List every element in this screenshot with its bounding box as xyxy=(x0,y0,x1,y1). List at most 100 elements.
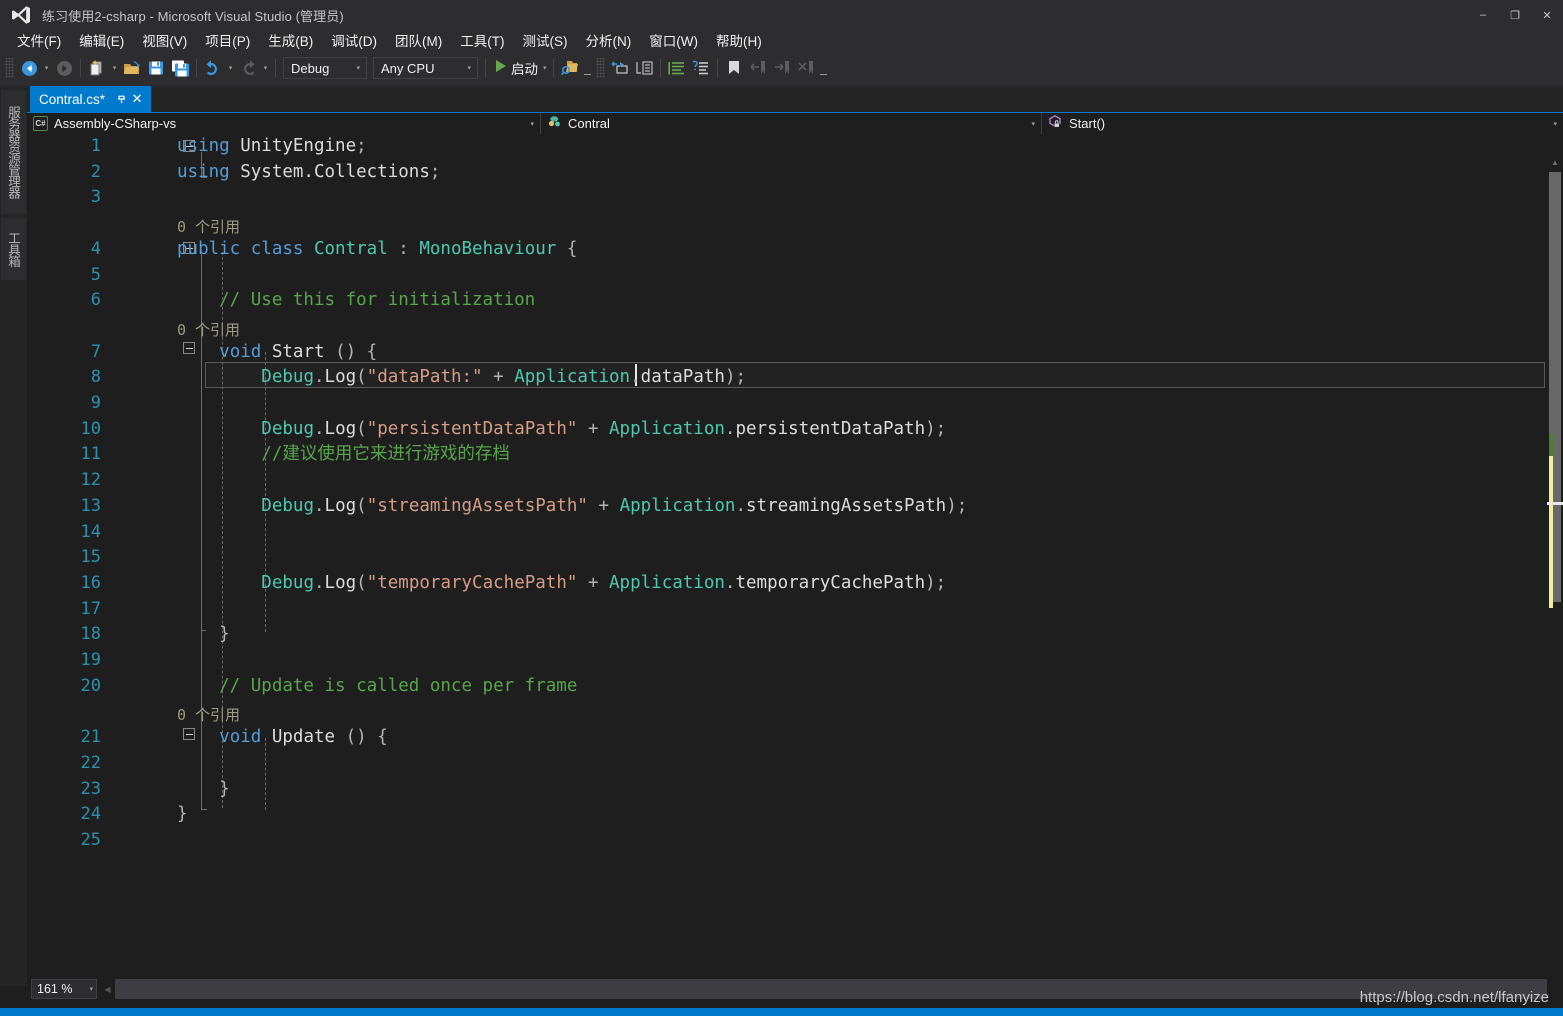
start-debug-button[interactable]: 启动 ▾ xyxy=(490,56,549,80)
menu-item-edit[interactable]: 编辑(E) xyxy=(70,31,133,53)
solution-configuration-combo[interactable]: Debug ▾ xyxy=(283,57,367,79)
sidebar-item-server-explorer[interactable]: 服务器资源管理器 xyxy=(1,90,26,214)
code-token: Application xyxy=(619,495,736,516)
code-line[interactable]: Debug.Log("dataPath:" + Application.data… xyxy=(177,365,746,391)
menu-item-build[interactable]: 生成(B) xyxy=(259,31,322,53)
code-line[interactable]: void Update () { xyxy=(177,725,388,751)
pin-icon[interactable] xyxy=(113,90,129,108)
code-line[interactable]: } xyxy=(177,777,230,803)
code-token: Log xyxy=(324,495,357,516)
code-line[interactable]: void Start () { xyxy=(177,340,377,366)
menu-item-analyze[interactable]: 分析(N) xyxy=(577,31,641,53)
code-token: "dataPath:" xyxy=(366,367,483,388)
code-line[interactable]: Debug.Log("streamingAssetsPath" + Applic… xyxy=(177,494,967,520)
play-icon xyxy=(494,59,507,78)
code-token: void xyxy=(219,341,272,362)
line-number: 5 xyxy=(90,264,101,285)
code-line[interactable]: //建议使用它来进行游戏的存档 xyxy=(177,442,510,468)
code-token: Debug xyxy=(261,495,314,516)
toolbar-grip[interactable] xyxy=(5,58,14,78)
code-token: () { xyxy=(335,727,388,748)
solution-platform-value: Any CPU xyxy=(381,60,435,76)
find-in-files-icon[interactable] xyxy=(558,56,582,80)
redo-icon[interactable] xyxy=(236,56,260,80)
close-button[interactable]: ✕ xyxy=(1531,0,1563,30)
undo-dropdown[interactable]: ▾ xyxy=(225,56,236,80)
line-number: 16 xyxy=(80,572,101,593)
menu-item-debug[interactable]: 调试(D) xyxy=(322,31,386,53)
bookmark-icon[interactable] xyxy=(722,56,746,80)
code-token: ); xyxy=(946,495,968,516)
previous-bookmark-icon[interactable] xyxy=(746,56,770,80)
code-line[interactable]: Debug.Log("persistentDataPath" + Applica… xyxy=(177,417,946,443)
code-token: UnityEngine xyxy=(240,136,357,156)
vertical-scroll-track[interactable] xyxy=(1547,172,1563,962)
sidebar-item-toolbox[interactable]: 工具箱 xyxy=(1,218,26,280)
undo-icon[interactable] xyxy=(201,56,225,80)
scroll-left-button[interactable]: ◀ xyxy=(100,979,115,999)
navigate-back-icon[interactable] xyxy=(17,56,41,80)
watermark-url: https://blog.csdn.net/lfanyize xyxy=(1359,989,1549,1006)
menu-item-test[interactable]: 测试(S) xyxy=(514,31,577,53)
save-icon[interactable] xyxy=(144,56,168,80)
vertical-scrollbar[interactable]: ▲ xyxy=(1547,134,1563,986)
code-line[interactable]: public class Contral : MonoBehaviour { xyxy=(177,237,577,263)
code-token: + xyxy=(587,495,620,516)
menu-item-file[interactable]: 文件(F) xyxy=(8,31,70,53)
standard-toolbar: ▾ ▾ ▾ ▾ Debug ▾ Any CPU ▾ 启动 ▾ xyxy=(0,53,1563,83)
code-editor[interactable]: 1 using UnityEngine; 2 using System.Collect… xyxy=(27,134,1547,986)
line-number: 3 xyxy=(90,187,101,208)
code-token: + xyxy=(482,367,515,388)
save-all-icon[interactable] xyxy=(168,56,192,80)
code-token: Update xyxy=(271,727,336,748)
navigate-forward-icon[interactable] xyxy=(52,56,76,80)
new-item-dropdown[interactable]: ▾ xyxy=(109,56,120,80)
code-line[interactable]: } xyxy=(177,622,230,648)
code-line[interactable]: Debug.Log("temporaryCachePath" + Applica… xyxy=(177,571,946,597)
code-token: } xyxy=(177,778,230,799)
code-line[interactable]: // Update is called once per frame xyxy=(177,674,577,700)
maximize-button[interactable]: ❐ xyxy=(1499,0,1531,30)
navbar-member-combo[interactable]: Start() ▾ xyxy=(1042,113,1563,134)
code-token: ( xyxy=(356,495,367,516)
redo-dropdown[interactable]: ▾ xyxy=(260,56,271,80)
tab-contral-cs[interactable]: Contral.cs* ✕ xyxy=(30,86,152,112)
navigate-back-dropdown[interactable]: ▾ xyxy=(41,56,52,80)
solution-platform-combo[interactable]: Any CPU ▾ xyxy=(373,57,478,79)
step-into-icon[interactable] xyxy=(608,56,632,80)
menu-item-project[interactable]: 项目(P) xyxy=(196,31,259,53)
comment-selection-icon[interactable] xyxy=(665,56,689,80)
minimize-button[interactable]: – xyxy=(1467,0,1499,30)
menu-item-tools[interactable]: 工具(T) xyxy=(451,31,513,53)
toolbar-overflow-icon[interactable] xyxy=(818,56,829,80)
close-icon[interactable]: ✕ xyxy=(129,90,145,108)
navbar-project-combo[interactable]: C# Assembly-CSharp-vs ▾ xyxy=(27,113,541,134)
horizontal-scroll-track[interactable] xyxy=(115,979,1547,999)
new-item-icon[interactable] xyxy=(85,56,109,80)
navbar-type-combo[interactable]: Contral ▾ xyxy=(541,113,1042,134)
toolbar-grip[interactable] xyxy=(595,58,605,78)
menu-item-help[interactable]: 帮助(H) xyxy=(707,31,771,53)
uncomment-selection-icon[interactable] xyxy=(689,56,713,80)
csharp-project-icon: C# xyxy=(33,116,48,131)
scroll-up-button[interactable]: ▲ xyxy=(1547,154,1563,170)
code-line[interactable]: using UnityEngine; xyxy=(177,134,367,160)
change-marker-saved xyxy=(1549,434,1553,456)
menu-item-view[interactable]: 视图(V) xyxy=(133,31,196,53)
next-bookmark-icon[interactable] xyxy=(770,56,794,80)
menu-item-team[interactable]: 团队(M) xyxy=(386,31,451,53)
code-line[interactable]: } xyxy=(177,802,188,828)
clear-bookmarks-icon[interactable] xyxy=(794,56,818,80)
line-number: 20 xyxy=(80,675,101,696)
code-text-layer: 1 using UnityEngine; 2 using System.Collect… xyxy=(27,134,1547,986)
call-hierarchy-icon[interactable] xyxy=(632,56,656,80)
zoom-level-combo[interactable]: 161 % ▾ xyxy=(31,979,97,999)
menu-item-window[interactable]: 窗口(W) xyxy=(640,31,707,53)
code-line[interactable]: using System.Collections; xyxy=(177,160,440,186)
open-file-icon[interactable] xyxy=(120,56,144,80)
toolbar-overflow-icon[interactable] xyxy=(582,56,593,80)
code-token: . xyxy=(313,572,325,593)
code-token: Debug xyxy=(261,418,314,439)
code-token: . xyxy=(313,367,325,388)
code-line[interactable]: // Use this for initialization xyxy=(177,288,535,314)
